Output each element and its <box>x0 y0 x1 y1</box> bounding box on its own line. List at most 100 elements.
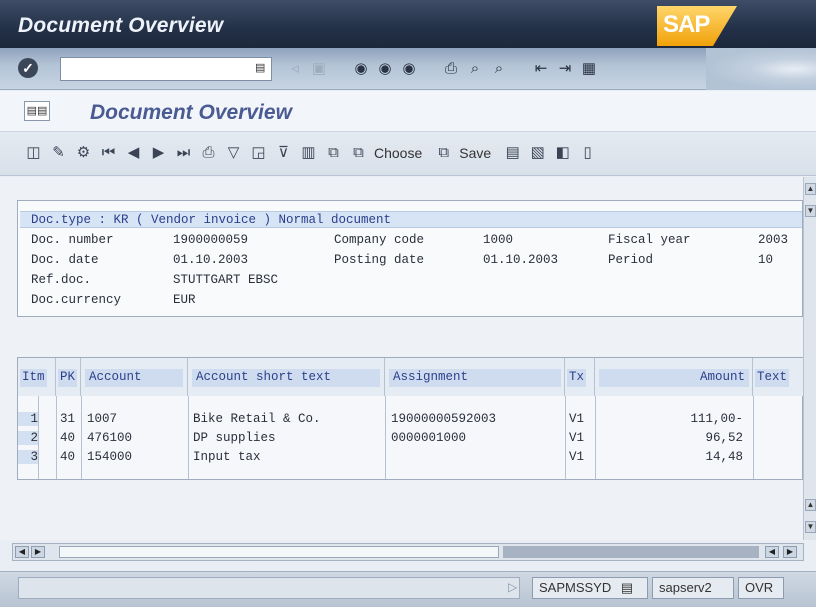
first-page-icon[interactable]: ⇤ <box>531 58 551 80</box>
choose-button[interactable]: Choose <box>374 145 422 161</box>
doc-date-label: Doc. date <box>31 253 99 267</box>
total-icon[interactable]: ▥ <box>297 142 320 164</box>
scroll-up-icon[interactable]: ▲ <box>805 183 816 195</box>
filter-icon[interactable]: ▽ <box>222 142 245 164</box>
change-pencil-icon[interactable]: ✎ <box>47 142 70 164</box>
screen-title: Document Overview <box>90 101 292 124</box>
set-filter-icon[interactable]: ⊽ <box>272 142 295 164</box>
col-header-amount[interactable]: Amount <box>595 358 753 396</box>
status-bar: ▷ SAPMSSYD ▤ sapserv2 OVR <box>0 571 816 607</box>
row-short-text: Bike Retail & Co. <box>193 412 321 426</box>
application-toolbar: ◫ ✎ ⚙ ⏮ ◀ ▶ ⏭ ⎙ ▽ ◲ ⊽ ▥ ⧉ ⧉ Choose ⧉ Sav… <box>0 132 816 176</box>
sap-window: Document Overview SAP ✓ ▤ ◃ ▣ ◉ ◉ ◉ ⎙ ⌕ … <box>0 0 816 607</box>
row-amount: 111,00- <box>690 412 743 426</box>
col-header-assignment[interactable]: Assignment <box>385 358 565 396</box>
scroll-down-page-icon[interactable]: ▲ <box>805 499 816 511</box>
server-field: sapserv2 <box>652 577 734 599</box>
scroll-up-page-icon[interactable]: ▼ <box>805 205 816 217</box>
copy-icon[interactable]: ⧉ <box>322 142 345 164</box>
enter-icon[interactable]: ✓ <box>18 58 38 78</box>
print-icon[interactable]: ⎙ <box>441 58 461 80</box>
layout-icon[interactable]: ▦ <box>579 58 599 80</box>
col-header-itm[interactable]: Itm <box>18 358 56 396</box>
command-field[interactable]: ▤ <box>60 57 272 81</box>
find-next-icon[interactable]: ⌕ <box>489 58 509 80</box>
sap-logo-text: SAP <box>663 11 710 38</box>
choose-icon[interactable]: ⧉ <box>347 142 370 164</box>
doc-type-row: Doc.type : KR ( Vendor invoice ) Normal … <box>20 211 802 228</box>
row-account[interactable]: 154000 <box>87 450 132 464</box>
settings-icon[interactable]: ⚙ <box>72 142 95 164</box>
first-item-icon[interactable]: ⏮ <box>97 142 120 164</box>
doc-date-value: 01.10.2003 <box>173 253 249 267</box>
col-header-short-text[interactable]: Account short text <box>188 358 385 396</box>
prev-page-icon[interactable]: ⇥ <box>555 58 575 80</box>
ref-doc-value: STUTTGART EBSC <box>173 273 279 287</box>
doc-number-value: 1900000059 <box>173 233 249 247</box>
find-icon[interactable]: ⌕ <box>465 58 485 80</box>
document-header: Doc.type : KR ( Vendor invoice ) Normal … <box>17 200 803 317</box>
line-items-table: Itm PK Account Account short text Assign… <box>17 357 803 480</box>
posting-date-value: 01.10.2003 <box>483 253 559 267</box>
system-toolbar: ✓ ▤ ◃ ▣ ◉ ◉ ◉ ⎙ ⌕ ⌕ ⇤ ⇥ ▦ <box>0 48 816 90</box>
status-expand-icon[interactable]: ▷ <box>508 580 517 594</box>
scroll-left-icon[interactable]: ◀ <box>15 546 29 558</box>
print-list-icon[interactable]: ⎙ <box>197 142 220 164</box>
command-dropdown-icon[interactable]: ▤ <box>255 61 267 77</box>
period-value: 10 <box>758 253 774 267</box>
row-itm: 2 <box>18 431 38 445</box>
sap-wave-graphic <box>706 48 816 90</box>
row-account[interactable]: 476100 <box>87 431 132 445</box>
program-name: SAPMSSYD <box>539 580 612 595</box>
exit-icon[interactable]: ◉ <box>375 58 395 80</box>
col-header-tx[interactable]: Tx <box>565 358 595 396</box>
layout-change-icon[interactable]: ▧ <box>526 142 549 164</box>
row-assignment: 19000000592003 <box>391 412 497 426</box>
layout-save-icon[interactable]: ◧ <box>551 142 574 164</box>
previous-item-icon[interactable]: ◀ <box>122 142 145 164</box>
row-assignment: 0000001000 <box>391 431 467 445</box>
save-button[interactable]: Save <box>459 145 491 161</box>
row-tx: V1 <box>569 431 585 445</box>
fiscal-year-value: 2003 <box>758 233 789 247</box>
row-short-text: Input tax <box>193 450 261 464</box>
row-pk: 40 <box>60 431 76 445</box>
period-label: Period <box>608 253 654 267</box>
export-icon[interactable]: ◲ <box>247 142 270 164</box>
doc-type-line: Doc.type : KR ( Vendor invoice ) Normal … <box>31 213 392 227</box>
insert-mode-field[interactable]: OVR <box>738 577 784 599</box>
scroll-right-page-icon[interactable]: ◀ <box>765 546 779 558</box>
info-icon[interactable]: ▯ <box>576 142 599 164</box>
row-itm: 3 <box>18 450 38 464</box>
save-variant-icon[interactable]: ⧉ <box>432 142 455 164</box>
vertical-scrollbar[interactable]: ▲ ▼ ▲ ▼ <box>803 177 816 540</box>
row-amount: 14,48 <box>705 450 743 464</box>
display-document-icon[interactable]: ◫ <box>22 142 45 164</box>
save-icon: ▣ <box>311 60 327 77</box>
doc-number-label: Doc. number <box>31 233 114 247</box>
next-item-icon[interactable]: ▶ <box>147 142 170 164</box>
ref-doc-label: Ref.doc. <box>31 273 92 287</box>
back-arrow-icon: ◃ <box>291 60 299 77</box>
row-pk: 40 <box>60 450 76 464</box>
row-account[interactable]: 1007 <box>87 412 117 426</box>
scroll-left-page-icon[interactable]: ▶ <box>31 546 45 558</box>
back-icon[interactable]: ◉ <box>351 58 371 80</box>
last-item-icon[interactable]: ⏭ <box>172 142 195 164</box>
scroll-down-icon[interactable]: ▼ <box>805 521 816 533</box>
status-message-field <box>18 577 520 599</box>
col-header-text[interactable]: Text <box>753 358 803 396</box>
horizontal-scrollbar[interactable]: ◀ ▶ ◀ ▶ <box>12 543 804 561</box>
col-header-pk[interactable]: PK <box>56 358 81 396</box>
doc-currency-value: EUR <box>173 293 196 307</box>
layout-select-icon[interactable]: ▤ <box>501 142 524 164</box>
program-dropdown-icon[interactable]: ▤ <box>621 580 633 595</box>
col-header-account[interactable]: Account <box>81 358 188 396</box>
scroll-right-icon[interactable]: ▶ <box>783 546 797 558</box>
display-other-icon[interactable]: ▤▤ <box>24 101 50 121</box>
doc-currency-label: Doc.currency <box>31 293 122 307</box>
scroll-thumb[interactable] <box>59 546 499 558</box>
row-itm: 1 <box>18 412 38 426</box>
scroll-track <box>503 546 759 558</box>
cancel-icon[interactable]: ◉ <box>399 58 419 80</box>
